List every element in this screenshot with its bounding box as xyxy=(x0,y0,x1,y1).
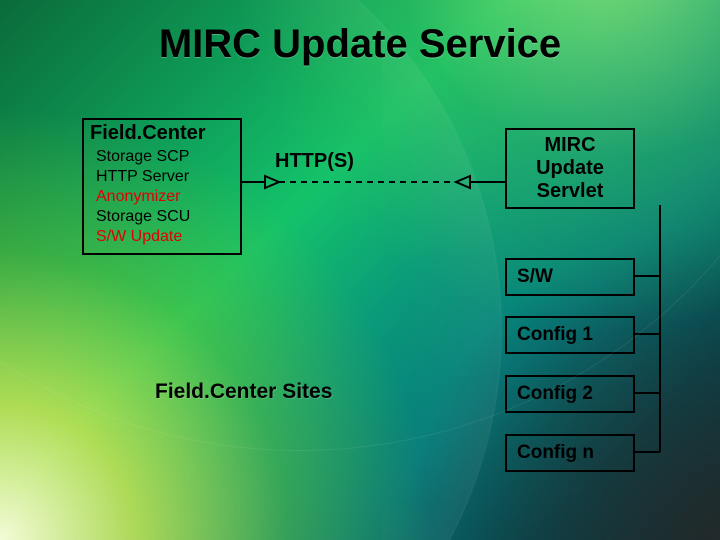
fieldcenter-item: Storage SCP xyxy=(96,147,234,167)
fieldcenter-item: HTTP Server xyxy=(96,167,234,187)
fieldcenter-list: Storage SCP HTTP Server Anonymizer Stora… xyxy=(84,147,240,253)
fieldcenter-item: Anonymizer xyxy=(96,187,234,207)
confign-box: Config n xyxy=(505,434,635,472)
config1-box: Config 1 xyxy=(505,316,635,354)
sites-label: Field.Center Sites xyxy=(155,380,332,404)
fieldcenter-item: Storage SCU xyxy=(96,207,234,227)
config2-box: Config 2 xyxy=(505,375,635,413)
sw-box: S/W xyxy=(505,258,635,296)
mirc-servlet-box: MIRC Update Servlet xyxy=(505,128,635,209)
slide-title: MIRC Update Service xyxy=(0,22,720,67)
http-label: HTTP(S) xyxy=(275,150,354,173)
mirc-line: Servlet xyxy=(515,180,625,203)
mirc-line: Update xyxy=(515,157,625,180)
slide-stage: MIRC Update Service Field.Center Storage… xyxy=(0,0,720,540)
mirc-line: MIRC xyxy=(515,134,625,157)
fieldcenter-box: Field.Center Storage SCP HTTP Server Ano… xyxy=(82,118,242,255)
fieldcenter-header: Field.Center xyxy=(84,120,240,147)
fieldcenter-item: S/W Update xyxy=(96,227,234,247)
